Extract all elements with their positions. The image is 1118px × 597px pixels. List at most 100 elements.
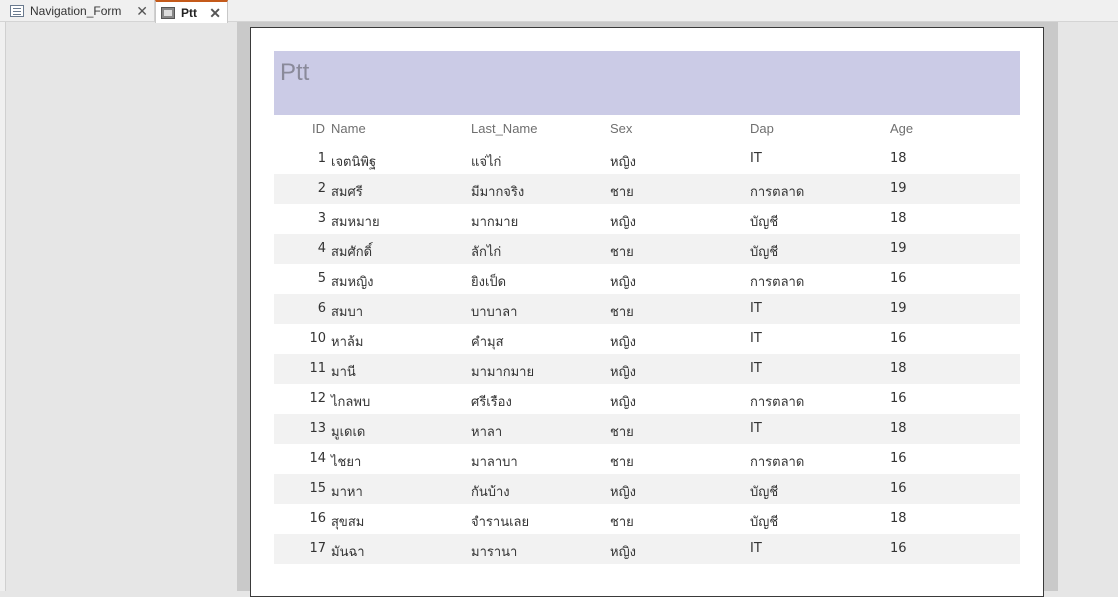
document-tab-bar: Navigation_Form ✕ Ptt ✕ <box>0 0 1118 23</box>
cell-last-name: ศรีเรือง <box>471 395 512 410</box>
table-row: 11 มานี มามากมาย หญิง IT 18 <box>274 354 1020 384</box>
cell-sex: หญิง <box>610 395 636 410</box>
close-icon[interactable]: ✕ <box>136 4 148 18</box>
cell-last-name: มาลาบา <box>471 455 518 470</box>
cell-name: เจตนิพิฐ <box>331 155 377 170</box>
cell-name: สมศักดิ์ <box>331 245 373 260</box>
cell-age: 19 <box>890 241 907 256</box>
table-row: 5 สมหญิง ยิงเป็ด หญิง การตลาด 16 <box>274 264 1020 294</box>
cell-sex: ชาย <box>610 515 634 530</box>
cell-sex: หญิง <box>610 365 636 380</box>
cell-sex: หญิง <box>610 545 636 560</box>
report-icon <box>161 6 175 19</box>
cell-name: สมบา <box>331 305 364 320</box>
cell-sex: ชาย <box>610 455 634 470</box>
cell-age: 18 <box>890 511 907 526</box>
cell-dap: การตลาด <box>750 275 805 290</box>
cell-id: 6 <box>317 301 326 316</box>
table-row: 6 สมบา บาบาลา ชาย IT 19 <box>274 294 1020 324</box>
cell-dap: IT <box>750 301 762 316</box>
cell-age: 18 <box>890 211 907 226</box>
cell-name: มาหา <box>331 485 363 500</box>
cell-last-name: ลักไก่ <box>471 245 502 260</box>
cell-name: ไชยา <box>331 455 362 470</box>
cell-last-name: มารานา <box>471 545 518 560</box>
table-row: 14 ไชยา มาลาบา ชาย การตลาด 16 <box>274 444 1020 474</box>
cell-id: 15 <box>309 481 326 496</box>
cell-last-name: หาลา <box>471 425 503 440</box>
cell-sex: ชาย <box>610 245 634 260</box>
cell-age: 16 <box>890 481 907 496</box>
cell-sex: หญิง <box>610 275 636 290</box>
cell-age: 18 <box>890 361 907 376</box>
tab-ptt[interactable]: Ptt ✕ <box>155 0 228 23</box>
cell-age: 16 <box>890 271 907 286</box>
cell-id: 13 <box>309 421 326 436</box>
cell-sex: หญิง <box>610 215 636 230</box>
cell-sex: หญิง <box>610 485 636 500</box>
table-row: 17 มันฉา มารานา หญิง IT 16 <box>274 534 1020 564</box>
cell-dap: IT <box>750 331 762 346</box>
cell-name: สุขสม <box>331 515 365 530</box>
cell-age: 16 <box>890 391 907 406</box>
cell-id: 12 <box>309 391 326 406</box>
column-header-dap: Dap <box>750 121 774 136</box>
column-header-last-name: Last_Name <box>471 121 538 136</box>
cell-age: 16 <box>890 451 907 466</box>
column-header-name: Name <box>331 121 366 136</box>
cell-dap: การตลาด <box>750 455 805 470</box>
cell-name: สมหญิง <box>331 275 374 290</box>
cell-last-name: มีมากจริง <box>471 185 525 200</box>
close-icon[interactable]: ✕ <box>209 6 221 20</box>
cell-dap: IT <box>750 421 762 436</box>
cell-sex: หญิง <box>610 155 636 170</box>
cell-dap: IT <box>750 541 762 556</box>
cell-id: 2 <box>317 181 326 196</box>
navigation-pane-edge <box>0 22 6 591</box>
cell-sex: ชาย <box>610 305 634 320</box>
cell-id: 14 <box>309 451 326 466</box>
cell-name: มูเดเด <box>331 425 366 440</box>
cell-dap: การตลาด <box>750 185 805 200</box>
table-row: 13 มูเดเด หาลา ชาย IT 18 <box>274 414 1020 444</box>
cell-last-name: กันบ้าง <box>471 485 510 500</box>
cell-id: 11 <box>309 361 326 376</box>
cell-dap: บัญชี <box>750 515 779 530</box>
cell-last-name: บาบาลา <box>471 305 518 320</box>
tab-navigation-form[interactable]: Navigation_Form ✕ <box>0 0 155 22</box>
cell-age: 16 <box>890 541 907 556</box>
table-row: 4 สมศักดิ์ ลักไก่ ชาย บัญชี 19 <box>274 234 1020 264</box>
cell-dap: การตลาด <box>750 395 805 410</box>
cell-name: มานี <box>331 365 356 380</box>
cell-age: 19 <box>890 301 907 316</box>
cell-sex: หญิง <box>610 335 636 350</box>
column-header-sex: Sex <box>610 121 633 136</box>
cell-last-name: คำมุส <box>471 335 504 350</box>
cell-dap: IT <box>750 151 762 166</box>
table-row: 10 หาล้ม คำมุส หญิง IT 16 <box>274 324 1020 354</box>
cell-id: 1 <box>317 151 326 166</box>
cell-dap: บัญชี <box>750 215 779 230</box>
report-title: Ptt <box>280 59 310 86</box>
cell-sex: ชาย <box>610 185 634 200</box>
cell-dap: บัญชี <box>750 245 779 260</box>
cell-last-name: มากมาย <box>471 215 519 230</box>
table-row: 15 มาหา กันบ้าง หญิง บัญชี 16 <box>274 474 1020 504</box>
cell-name: สมหมาย <box>331 215 380 230</box>
table-row: 12 ไกลพบ ศรีเรือง หญิง การตลาด 16 <box>274 384 1020 414</box>
column-header-age: Age <box>890 121 914 136</box>
column-header-id: ID <box>312 121 325 136</box>
table-row: 3 สมหมาย มากมาย หญิง บัญชี 18 <box>274 204 1020 234</box>
tab-label: Ptt <box>181 5 197 20</box>
cell-id: 16 <box>309 511 326 526</box>
cell-id: 17 <box>309 541 326 556</box>
cell-name: มันฉา <box>331 545 365 560</box>
cell-id: 4 <box>317 241 326 256</box>
table-row: 16 สุขสม จำรานเลย ชาย บัญชี 18 <box>274 504 1020 534</box>
table-row: 1 เจตนิพิฐ แจ่ไก่ หญิง IT 18 <box>274 144 1020 174</box>
cell-name: ไกลพบ <box>331 395 371 410</box>
table-row: 2 สมศรี มีมากจริง ชาย การตลาด 19 <box>274 174 1020 204</box>
cell-age: 18 <box>890 421 907 436</box>
cell-age: 19 <box>890 181 907 196</box>
cell-age: 16 <box>890 331 907 346</box>
